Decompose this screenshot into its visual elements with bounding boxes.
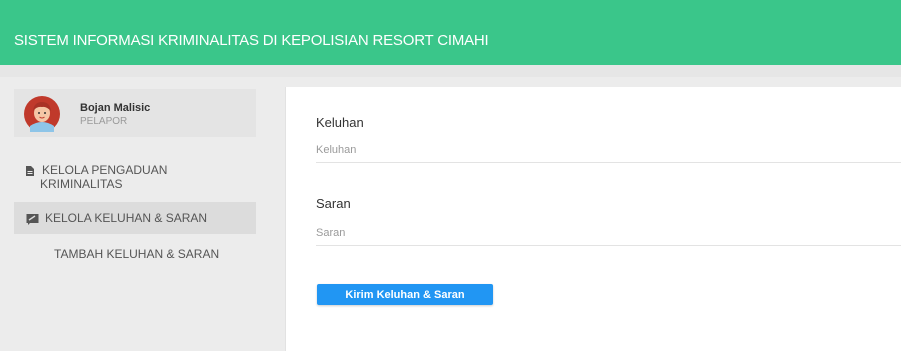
sidebar-item-tambah-keluhan[interactable]: TAMBAH KELUHAN & SARAN: [54, 247, 224, 261]
sidebar-item-label: KELOLA KELUHAN & SARAN: [45, 211, 208, 225]
user-role: PELAPOR: [80, 116, 128, 127]
keluhan-label: Keluhan: [316, 115, 364, 130]
female-avatar-icon: [24, 96, 60, 132]
saran-input[interactable]: [316, 220, 901, 246]
sidebar-item-label: TAMBAH KELUHAN & SARAN: [54, 247, 220, 261]
keluhan-input[interactable]: [316, 137, 901, 163]
app-title: SISTEM INFORMASI KRIMINALITAS DI KEPOLIS…: [14, 32, 489, 49]
comment-icon: [26, 213, 39, 225]
header-subbar: [0, 65, 901, 77]
form-panel: Keluhan Saran Kirim Keluhan & Saran: [285, 87, 901, 351]
user-name: Bojan Malisic: [80, 102, 151, 114]
saran-label: Saran: [316, 196, 351, 211]
kirim-keluhan-saran-button[interactable]: Kirim Keluhan & Saran: [317, 284, 493, 305]
top-header: SISTEM INFORMASI KRIMINALITAS DI KEPOLIS…: [0, 0, 901, 65]
user-profile: Bojan Malisic PELAPOR: [14, 89, 256, 137]
sidebar-item-kelola-keluhan[interactable]: KELOLA KELUHAN & SARAN: [14, 202, 256, 234]
document-icon: [26, 165, 34, 176]
sidebar: Bojan Malisic PELAPOR KELOLA PENGADUAN K…: [0, 77, 270, 351]
sidebar-item-label: KELOLA PENGADUAN KRIMINALITAS: [40, 163, 168, 191]
sidebar-item-kelola-pengaduan[interactable]: KELOLA PENGADUAN KRIMINALITAS: [14, 163, 244, 191]
